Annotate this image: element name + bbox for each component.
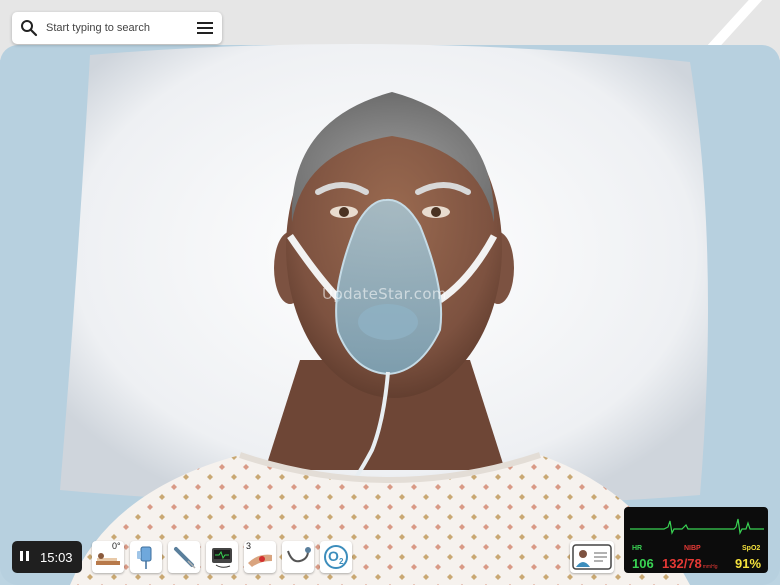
- syringe-button[interactable]: [168, 541, 200, 573]
- spo2-label: SpO2: [742, 545, 761, 552]
- ecg-monitor-button[interactable]: [206, 541, 238, 573]
- patient-chart-button[interactable]: [570, 541, 614, 573]
- iv-bag-icon: [137, 546, 152, 569]
- iv-fluids-button[interactable]: [130, 541, 162, 573]
- spo2-value: 91%: [735, 556, 762, 571]
- timer-value: 15:03: [40, 549, 73, 565]
- bed-angle-badge: 0°: [112, 541, 121, 551]
- hamburger-menu-icon[interactable]: [196, 20, 214, 36]
- nibp-value: 132/78mmHg: [662, 556, 718, 571]
- oxygen-button[interactable]: O 2: [320, 541, 352, 573]
- vitals-monitor[interactable]: HR 106 NIBP 132/78mmHg SpO2 91%: [624, 507, 768, 573]
- stethoscope-icon: [287, 547, 311, 563]
- search-input[interactable]: [44, 21, 192, 35]
- nibp-unit: mmHg: [702, 564, 718, 570]
- session-timer: 15:03: [12, 541, 82, 573]
- search-bar: [12, 12, 222, 44]
- stethoscope-button[interactable]: [282, 541, 314, 573]
- nibp-reading: 132/78: [662, 556, 702, 571]
- monitor-device-icon: [212, 548, 232, 568]
- nibp-label: NIBP: [684, 545, 701, 552]
- search-icon[interactable]: [20, 19, 38, 37]
- bed-position-button[interactable]: 0°: [92, 541, 124, 573]
- hr-label: HR: [632, 545, 643, 552]
- bp-count-badge: 3: [246, 541, 252, 551]
- patient-id-card-icon: [572, 544, 612, 570]
- hr-value: 106: [632, 556, 654, 571]
- oxygen-subscript: 2: [339, 557, 344, 566]
- syringe-icon: [174, 547, 196, 569]
- oxygen-label: O: [328, 548, 339, 564]
- watermark-text: UpdateStar.com: [322, 285, 447, 303]
- blood-pressure-button[interactable]: 3: [244, 541, 276, 573]
- pause-icon[interactable]: [20, 551, 32, 563]
- ecg-waveform: [630, 518, 764, 535]
